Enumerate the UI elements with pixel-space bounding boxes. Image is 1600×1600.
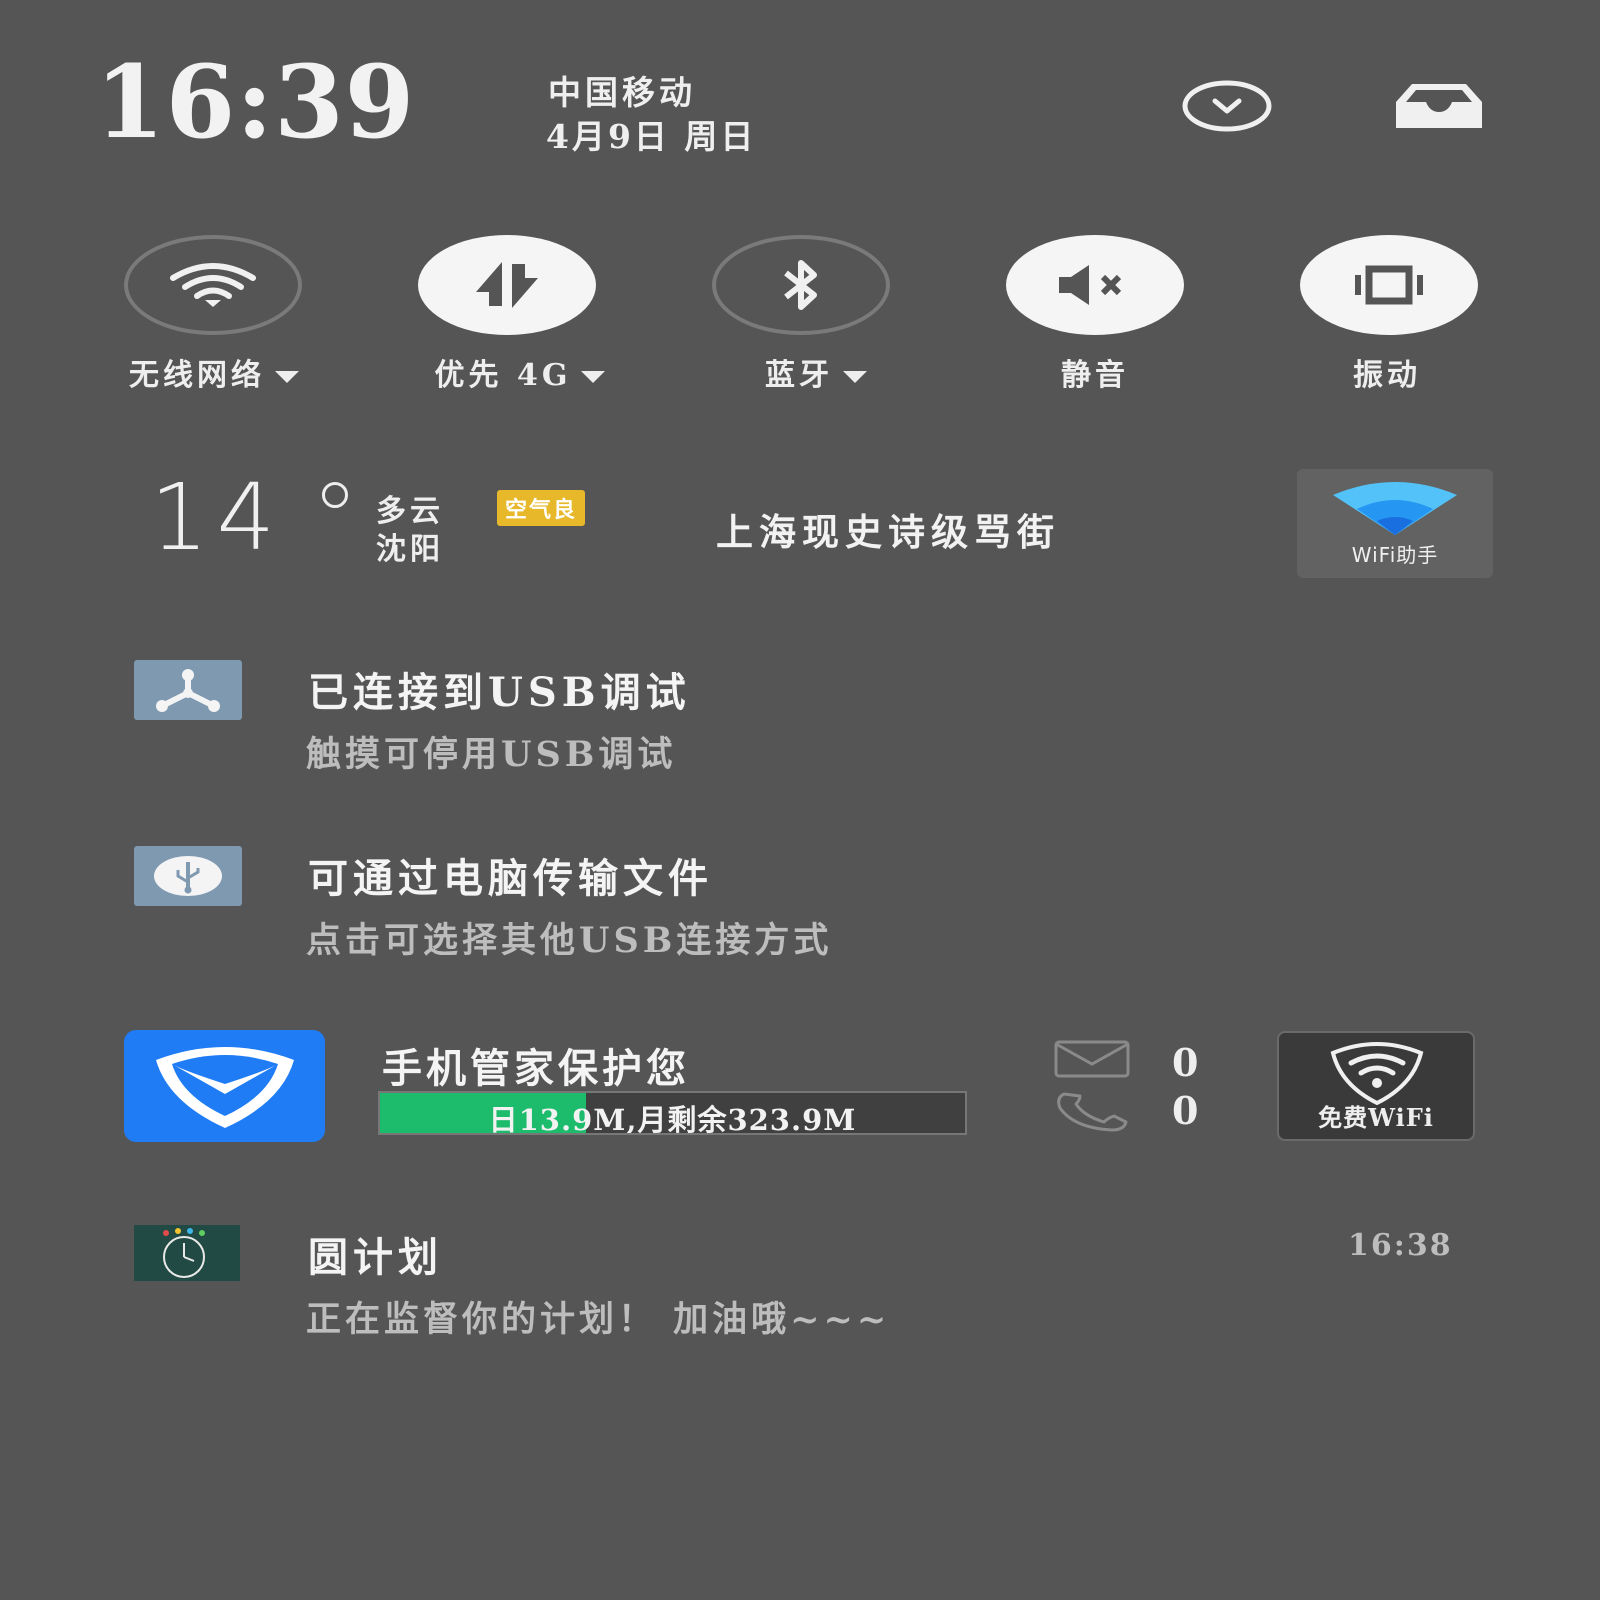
notification-subtitle: 点击可选择其他USB连接方式 <box>306 920 833 961</box>
mobile-data-icon <box>476 262 538 308</box>
free-wifi-button[interactable]: 免费WiFi <box>1277 1031 1475 1141</box>
wifi-helper-button[interactable]: WiFi助手 <box>1297 469 1493 578</box>
dropdown-caret-icon <box>275 371 299 383</box>
free-wifi-label: 免费WiFi <box>1318 1103 1434 1132</box>
call-count: 0 <box>1172 1088 1199 1133</box>
notification-title: 圆计划 <box>308 1234 443 1281</box>
chevron-down-circle-icon <box>1182 80 1272 132</box>
mute-icon <box>1059 265 1122 305</box>
wifi-helper-icon <box>1333 482 1457 535</box>
notification-subtitle: 正在监督你的计划！ 加油哦~~~ <box>306 1299 891 1340</box>
notification-plan[interactable]: 圆计划 正在监督你的计划！ 加油哦~~~ <box>134 1225 1474 1340</box>
toggle-wifi-label[interactable]: 无线网络 <box>64 350 364 394</box>
notification-tray-button[interactable] <box>1392 76 1486 136</box>
notification-subtitle: 触摸可停用USB调试 <box>306 734 677 775</box>
dropdown-caret-icon <box>581 371 606 383</box>
air-quality-badge: 空气良 <box>497 490 586 526</box>
toggle-mute[interactable] <box>1006 235 1184 335</box>
bluetooth-icon <box>784 260 817 310</box>
date-text: 4月9日 周日 <box>546 117 757 156</box>
carrier-name: 中国移动 <box>548 73 696 112</box>
wifi-shield-icon <box>1330 1042 1424 1105</box>
clock-time: 16:39 <box>95 43 416 161</box>
notification-title: 可通过电脑传输文件 <box>308 855 713 902</box>
mail-icon <box>1054 1040 1130 1078</box>
phone-icon <box>1057 1092 1128 1132</box>
message-count: 0 <box>1172 1040 1199 1085</box>
toggle-mobile-data[interactable] <box>418 235 596 335</box>
dropdown-caret-icon <box>843 371 867 383</box>
notification-title: 已连接到USB调试 <box>308 669 691 716</box>
collapse-button[interactable] <box>1180 76 1274 136</box>
usb-debug-icon <box>134 660 242 720</box>
toggle-mute-label: 静音 <box>1061 358 1129 393</box>
toggle-vibrate-label: 振动 <box>1353 358 1421 393</box>
plan-app-icon <box>134 1225 240 1281</box>
phone-manager-logo[interactable] <box>124 1030 325 1142</box>
shield-check-icon <box>155 1047 294 1128</box>
notification-time: 16:38 <box>1348 1228 1453 1263</box>
data-usage-bar[interactable]: 日13.9M,月剩余323.9M <box>378 1091 967 1135</box>
wifi-helper-label: WiFi助手 <box>1351 543 1439 567</box>
data-usage-text: 日13.9M,月剩余323.9M <box>488 1103 857 1135</box>
toggle-bluetooth-label[interactable]: 蓝牙 <box>666 350 966 394</box>
phone-manager-title: 手机管家保护您 <box>382 1045 690 1092</box>
news-headline[interactable]: 上海现史诗级骂街 <box>716 502 1060 556</box>
weather-temperature: 14 <box>150 464 284 571</box>
tray-icon <box>1396 84 1482 128</box>
usb-icon <box>134 846 242 906</box>
notification-usb-debug[interactable]: 已连接到USB调试 触摸可停用USB调试 <box>134 660 1474 775</box>
vibrate-icon <box>1355 265 1423 305</box>
toggle-vibrate[interactable] <box>1300 235 1478 335</box>
toggle-wifi[interactable] <box>124 235 302 335</box>
toggle-bluetooth[interactable] <box>712 235 890 335</box>
weather-city: 沈阳 <box>376 532 444 567</box>
wifi-icon <box>170 263 256 307</box>
toggle-mobile-data-label[interactable]: 优先 4G <box>370 350 670 394</box>
degree-icon <box>322 482 348 508</box>
notification-usb-transfer[interactable]: 可通过电脑传输文件 点击可选择其他USB连接方式 <box>134 846 1474 961</box>
